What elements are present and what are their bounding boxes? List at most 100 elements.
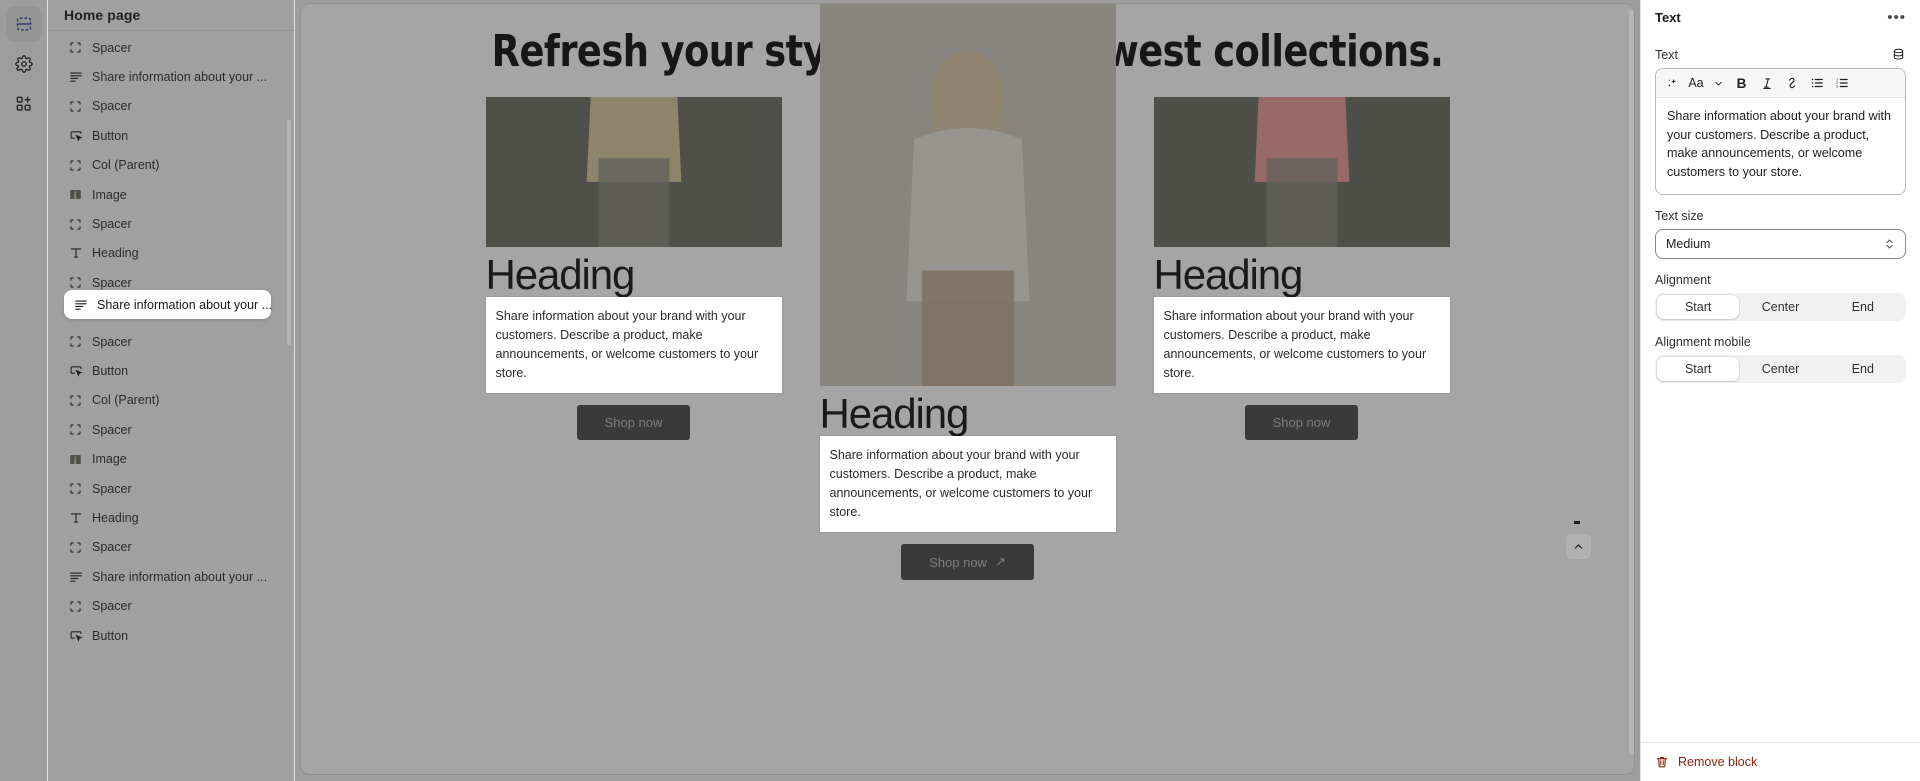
numbered-list-icon[interactable]: 1 2 3 [1829,72,1854,95]
text-input[interactable]: Share information about your brand with … [1656,98,1905,194]
sidebar-item-label: Heading [92,510,139,525]
sidebar-item-heading[interactable]: Heading [48,239,294,268]
block-list[interactable]: Spacer Share information about your ... Sp… [48,31,294,781]
card-cta-wrapper: Shop now [1154,405,1450,441]
sidebar-item-image[interactable]: Image [48,444,294,473]
spacer-icon [68,275,83,290]
sidebar-item-label: Spacer [92,99,132,114]
sections-icon [14,14,34,34]
collapse-section-button[interactable] [1565,533,1592,560]
heading-icon [68,510,83,525]
shop-now-button[interactable]: Shop now ↗ [901,544,1034,581]
canvas-scrollbar[interactable] [1629,10,1634,755]
alignment-label-row: Alignment [1655,273,1906,287]
content-card[interactable]: Heading Share information about your bran… [485,97,782,441]
remove-block-label: Remove block [1678,755,1758,769]
alignment-mobile-label-row: Alignment mobile [1655,335,1906,349]
remove-block-button[interactable]: Remove block [1655,755,1906,769]
text-size-select[interactable]: Medium [1655,228,1906,259]
sidebar-item-col-parent[interactable]: Col (Parent) [48,151,294,180]
rich-text-editor[interactable]: Aa B 1 2 3 Share information about your … [1655,68,1906,195]
sidebar-item-share-information-about-your[interactable]: Share information about your ... [48,562,294,591]
bold-icon[interactable]: B [1729,72,1754,95]
sidebar-header: Home page [48,0,294,31]
database-icon[interactable] [1891,47,1906,62]
sidebar-item-label: Spacer [92,40,132,55]
sidebar-scrollbar[interactable] [287,120,291,345]
text-settings-panel: Text ••• Text Aa B 1 2 3 Share informati… [1640,0,1920,781]
alignment-option-end[interactable]: End [1822,295,1904,319]
rail-item-settings[interactable] [6,46,42,82]
alignment-option-start[interactable]: Start [1657,294,1740,319]
content-card[interactable]: Heading Share information about your bran… [819,4,1116,581]
card-cta-wrapper: Shop now ↗ [820,544,1116,581]
sidebar-item-spacer[interactable]: Spacer [48,474,294,503]
sidebar-item-spacer[interactable]: Spacer [48,591,294,620]
sidebar-item-selected-text-block[interactable]: Share information about your ... [64,290,272,319]
card-image[interactable] [1153,97,1450,247]
spacer-icon [68,334,83,349]
spacer-icon [68,481,83,496]
text-field-label: Text [1655,47,1678,62]
store-preview[interactable]: Refresh your style with the newest colle… [300,3,1635,775]
alignment-segmented-control[interactable]: Start Center End [1655,292,1906,321]
shop-now-label: Shop now [1272,415,1331,431]
link-icon[interactable] [1779,72,1804,95]
more-options-icon[interactable]: ••• [1887,10,1906,25]
sidebar-item-heading[interactable]: Heading [48,503,294,532]
sidebar-item-spacer[interactable]: Spacer [48,415,294,444]
rail-item-apps[interactable] [6,86,42,122]
card-image[interactable] [485,97,782,247]
sidebar-item-spacer[interactable]: Spacer [48,33,294,62]
spacer-icon [68,540,83,555]
card-heading[interactable]: Heading [820,391,1116,436]
stepper-chevrons-icon [1884,237,1895,251]
magic-sparkle-icon[interactable] [1660,72,1685,95]
sidebar-item-label: Button [92,628,129,643]
alignment-mobile-option-end[interactable]: End [1822,357,1904,381]
block-sidebar: Home page Spacer Share information about … [48,0,295,781]
card-heading[interactable]: Heading [1154,252,1450,297]
chevron-down-icon[interactable] [1707,72,1729,95]
sidebar-item-spacer[interactable]: Spacer [48,92,294,121]
shop-now-button[interactable]: Shop now [1244,405,1359,441]
alignment-mobile-segmented-control[interactable]: Start Center End [1655,354,1906,383]
italic-icon[interactable] [1754,72,1779,95]
button-icon [68,628,83,643]
sidebar-item-button[interactable]: Button [48,621,294,650]
spacer-icon [68,422,83,437]
bulleted-list-icon[interactable] [1804,72,1829,95]
sidebar-item-label: Share information about your ... [92,569,268,584]
text-icon [74,298,88,312]
content-card[interactable]: Heading Share information about your bran… [1153,97,1450,441]
card-heading[interactable]: Heading [486,252,782,297]
image-icon [68,187,83,202]
sidebar-item-button[interactable]: Button [48,356,294,385]
sidebar-item-button[interactable]: Button [48,121,294,150]
card-body-text[interactable]: Share information about your brand with … [819,436,1116,533]
card-image[interactable] [819,4,1116,386]
font-size-icon[interactable]: Aa [1685,72,1707,95]
sidebar-item-label: Spacer [92,599,132,614]
alignment-option-center[interactable]: Center [1739,295,1821,319]
alignment-mobile-option-center[interactable]: Center [1739,357,1821,381]
rail-item-sections[interactable] [5,6,42,42]
page-title: Home page [64,7,141,23]
card-body-text[interactable]: Share information about your brand with … [485,297,782,394]
gear-icon [14,55,33,73]
sidebar-item-label: Spacer [92,422,132,437]
sidebar-item-col-parent[interactable]: Col (Parent) [48,386,294,415]
sidebar-item-spacer[interactable]: Spacer [48,209,294,238]
sidebar-item-share-information-about-your[interactable]: Share information about your ... [48,62,294,91]
sidebar-item-spacer[interactable]: Spacer [48,533,294,562]
spacer-icon [68,40,83,55]
text-field-label-row: Text [1655,47,1906,62]
alignment-mobile-option-start[interactable]: Start [1657,356,1740,381]
spacer-icon [68,599,83,614]
sidebar-item-spacer[interactable]: Spacer [48,327,294,356]
shop-now-button[interactable]: Shop now [576,405,691,441]
card-body-text[interactable]: Share information about your brand with … [1153,297,1450,394]
sidebar-item-label: Spacer [92,334,132,349]
icon-rail [0,0,48,781]
sidebar-item-image[interactable]: Image [48,180,294,209]
